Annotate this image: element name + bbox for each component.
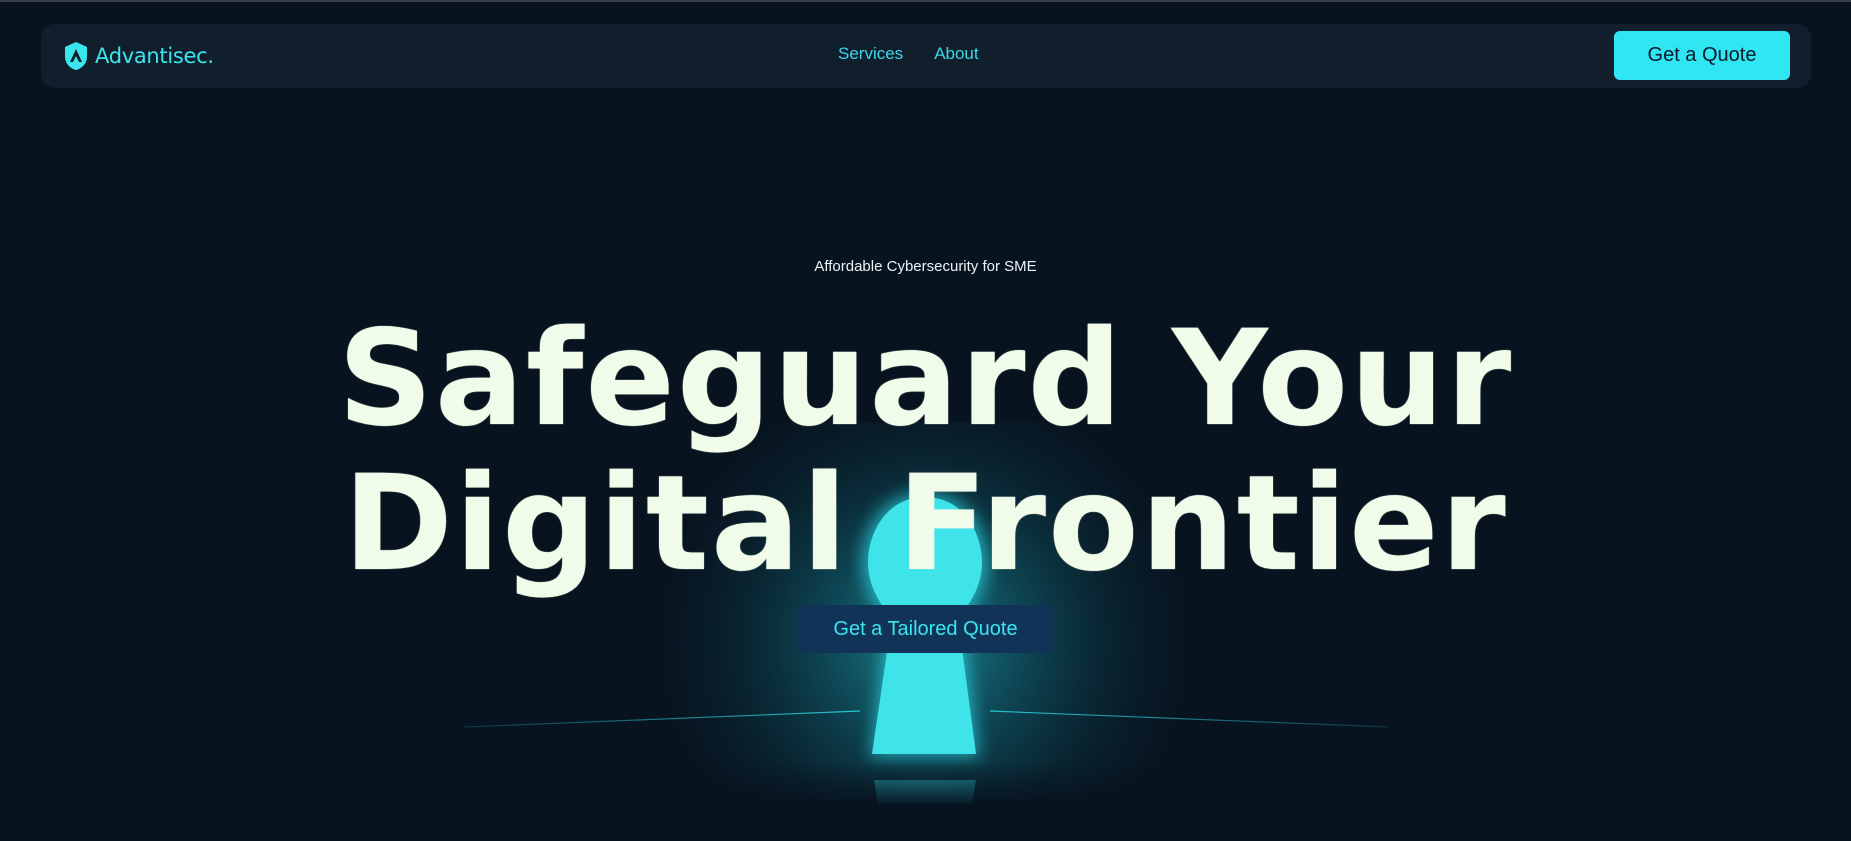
get-tailored-quote-button[interactable]: Get a Tailored Quote xyxy=(798,605,1053,653)
headline-line-1: Safeguard Your xyxy=(337,302,1514,456)
nav-link-services[interactable]: Services xyxy=(838,44,903,64)
top-navbar: Advantisec. Services About Get a Quote xyxy=(41,24,1811,88)
nav-links: Services About xyxy=(838,44,979,64)
headline-line-2: Digital Frontier xyxy=(343,447,1508,601)
hero-headline: Safeguard Your Digital Frontier xyxy=(0,307,1851,597)
nav-link-about[interactable]: About xyxy=(934,44,978,64)
brand-logo[interactable]: Advantisec. xyxy=(63,39,214,73)
get-a-quote-button[interactable]: Get a Quote xyxy=(1614,31,1790,80)
brand-name: Advantisec. xyxy=(95,44,214,68)
shield-logo-icon xyxy=(65,42,87,70)
hero-tagline: Affordable Cybersecurity for SME xyxy=(814,258,1037,275)
